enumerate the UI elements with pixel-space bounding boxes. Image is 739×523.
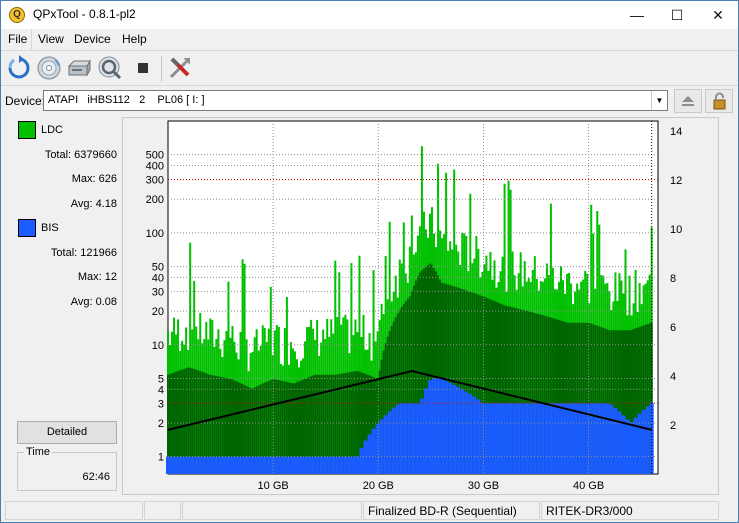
y-left-tick-label: 1 — [158, 452, 164, 464]
y-left-tick-label: 400 — [146, 161, 164, 173]
menu-help[interactable]: Help — [122, 32, 147, 46]
status-cell-1 — [5, 501, 143, 520]
y-left-tick-label: 40 — [152, 272, 164, 284]
window-title: QPxTool - 0.8.1-pl2 — [33, 7, 136, 21]
y-left-tick-label: 2 — [158, 418, 164, 430]
menu-bar: File View Device Help — [1, 29, 738, 50]
y-right-tick-label: 12 — [670, 175, 682, 187]
x-tick-label: 30 GB — [468, 480, 499, 492]
title-bar: Q QPxTool - 0.8.1-pl2 — ☐ ✕ — [1, 1, 738, 29]
time-value: 62:46 — [82, 471, 110, 483]
y-left-tick-label: 100 — [146, 228, 164, 240]
bis-label: BIS — [41, 222, 59, 234]
device-value: ATAPI iHBS112 2 PL06 [ I: ] — [48, 94, 205, 106]
detailed-button[interactable]: Detailed — [17, 421, 117, 444]
lock-button[interactable] — [705, 89, 733, 113]
y-left-tick-label: 10 — [152, 340, 164, 352]
ldc-color-swatch — [18, 121, 36, 139]
status-bar: Finalized BD-R (Sequential) RITEK-DR3/00… — [1, 499, 738, 521]
y-left-tick-label: 30 — [152, 286, 164, 298]
bis-avg-label: Avg: — [70, 296, 93, 308]
bis-total: Total: 121966 — [51, 247, 117, 259]
bis-total-value: 121966 — [80, 247, 117, 259]
y-left-tick-label: 20 — [152, 306, 164, 318]
ldc-avg-value: 4.18 — [95, 198, 117, 210]
error-rate-chart: 1234510203040501002003004005002468101214… — [146, 120, 682, 492]
ldc-total-label: Total: — [44, 149, 72, 161]
y-left-tick-label: 4 — [158, 384, 164, 396]
close-button[interactable]: ✕ — [695, 1, 739, 29]
device-label: Device: — [5, 94, 46, 108]
disc-type-status: Finalized BD-R (Sequential) — [363, 501, 540, 520]
menu-view[interactable]: View — [38, 32, 64, 46]
bis-max: Max: 12 — [78, 271, 117, 283]
bis-max-label: Max: — [77, 271, 102, 283]
time-group: Time 62:46 — [17, 446, 117, 491]
device-bar: Device: ATAPI iHBS112 2 PL06 [ I: ] ▼ — [1, 87, 738, 115]
x-tick-label: 20 GB — [363, 480, 394, 492]
toolbar-separator — [161, 56, 162, 82]
menu-device[interactable]: Device — [74, 32, 111, 46]
refresh-icon[interactable] — [5, 54, 33, 82]
stats-panel: LDC Total: 6379660 Max: 626 Avg: 4.18 BI… — [6, 119, 123, 495]
y-right-tick-label: 4 — [670, 371, 676, 383]
y-right-tick-label: 6 — [670, 322, 676, 334]
x-tick-label: 10 GB — [258, 480, 289, 492]
menu-file[interactable]: File — [8, 32, 27, 46]
ldc-max-value: 626 — [98, 173, 117, 185]
y-right-tick-label: 10 — [670, 224, 682, 236]
time-label: Time — [24, 446, 53, 458]
ldc-max: Max: 626 — [72, 173, 117, 185]
bis-avg: Avg: 0.08 — [71, 296, 117, 308]
ldc-total: Total: 6379660 — [45, 149, 117, 161]
bis-color-swatch — [18, 219, 36, 237]
y-left-tick-label: 300 — [146, 175, 164, 187]
ldc-total-value: 6379660 — [74, 149, 117, 161]
bis-max-value: 12 — [104, 271, 117, 283]
ldc-label: LDC — [41, 124, 64, 136]
status-cell-3 — [182, 501, 362, 520]
y-left-tick-label: 500 — [146, 150, 164, 162]
media-id-status: RITEK-DR3/000 — [541, 501, 719, 520]
ldc-avg-label: Avg: — [70, 198, 93, 210]
y-left-tick-label: 5 — [158, 373, 164, 385]
status-cell-2 — [144, 501, 181, 520]
ldc-avg: Avg: 4.18 — [71, 198, 117, 210]
eject-button[interactable] — [674, 89, 702, 113]
y-right-tick-label: 14 — [670, 126, 682, 138]
bis-total-label: Total: — [50, 247, 78, 259]
y-left-tick-label: 200 — [146, 194, 164, 206]
tools-icon[interactable] — [166, 54, 194, 82]
app-icon: Q — [9, 7, 25, 23]
x-tick-label: 40 GB — [573, 480, 604, 492]
eject-icon — [682, 96, 694, 106]
menu-separator — [31, 29, 32, 50]
y-right-tick-label: 2 — [670, 420, 676, 432]
magnifier-disc-icon[interactable] — [96, 54, 124, 82]
disc-icon[interactable] — [35, 54, 63, 82]
stop-icon[interactable] — [129, 54, 157, 82]
y-right-tick-label: 8 — [670, 273, 676, 285]
y-left-tick-label: 50 — [152, 262, 164, 274]
device-select[interactable]: ATAPI iHBS112 2 PL06 [ I: ] ▼ — [43, 90, 668, 111]
app-window: Q QPxTool - 0.8.1-pl2 — ☐ ✕ File View De… — [0, 0, 739, 523]
maximize-button[interactable]: ☐ — [654, 1, 700, 29]
toolbar — [1, 50, 738, 86]
lock-icon — [713, 92, 726, 110]
ldc-max-label: Max: — [71, 173, 96, 185]
bis-avg-value: 0.08 — [95, 296, 117, 308]
y-left-tick-label: 3 — [158, 398, 164, 410]
drive-icon[interactable] — [65, 54, 93, 82]
chevron-down-icon[interactable]: ▼ — [651, 91, 667, 110]
